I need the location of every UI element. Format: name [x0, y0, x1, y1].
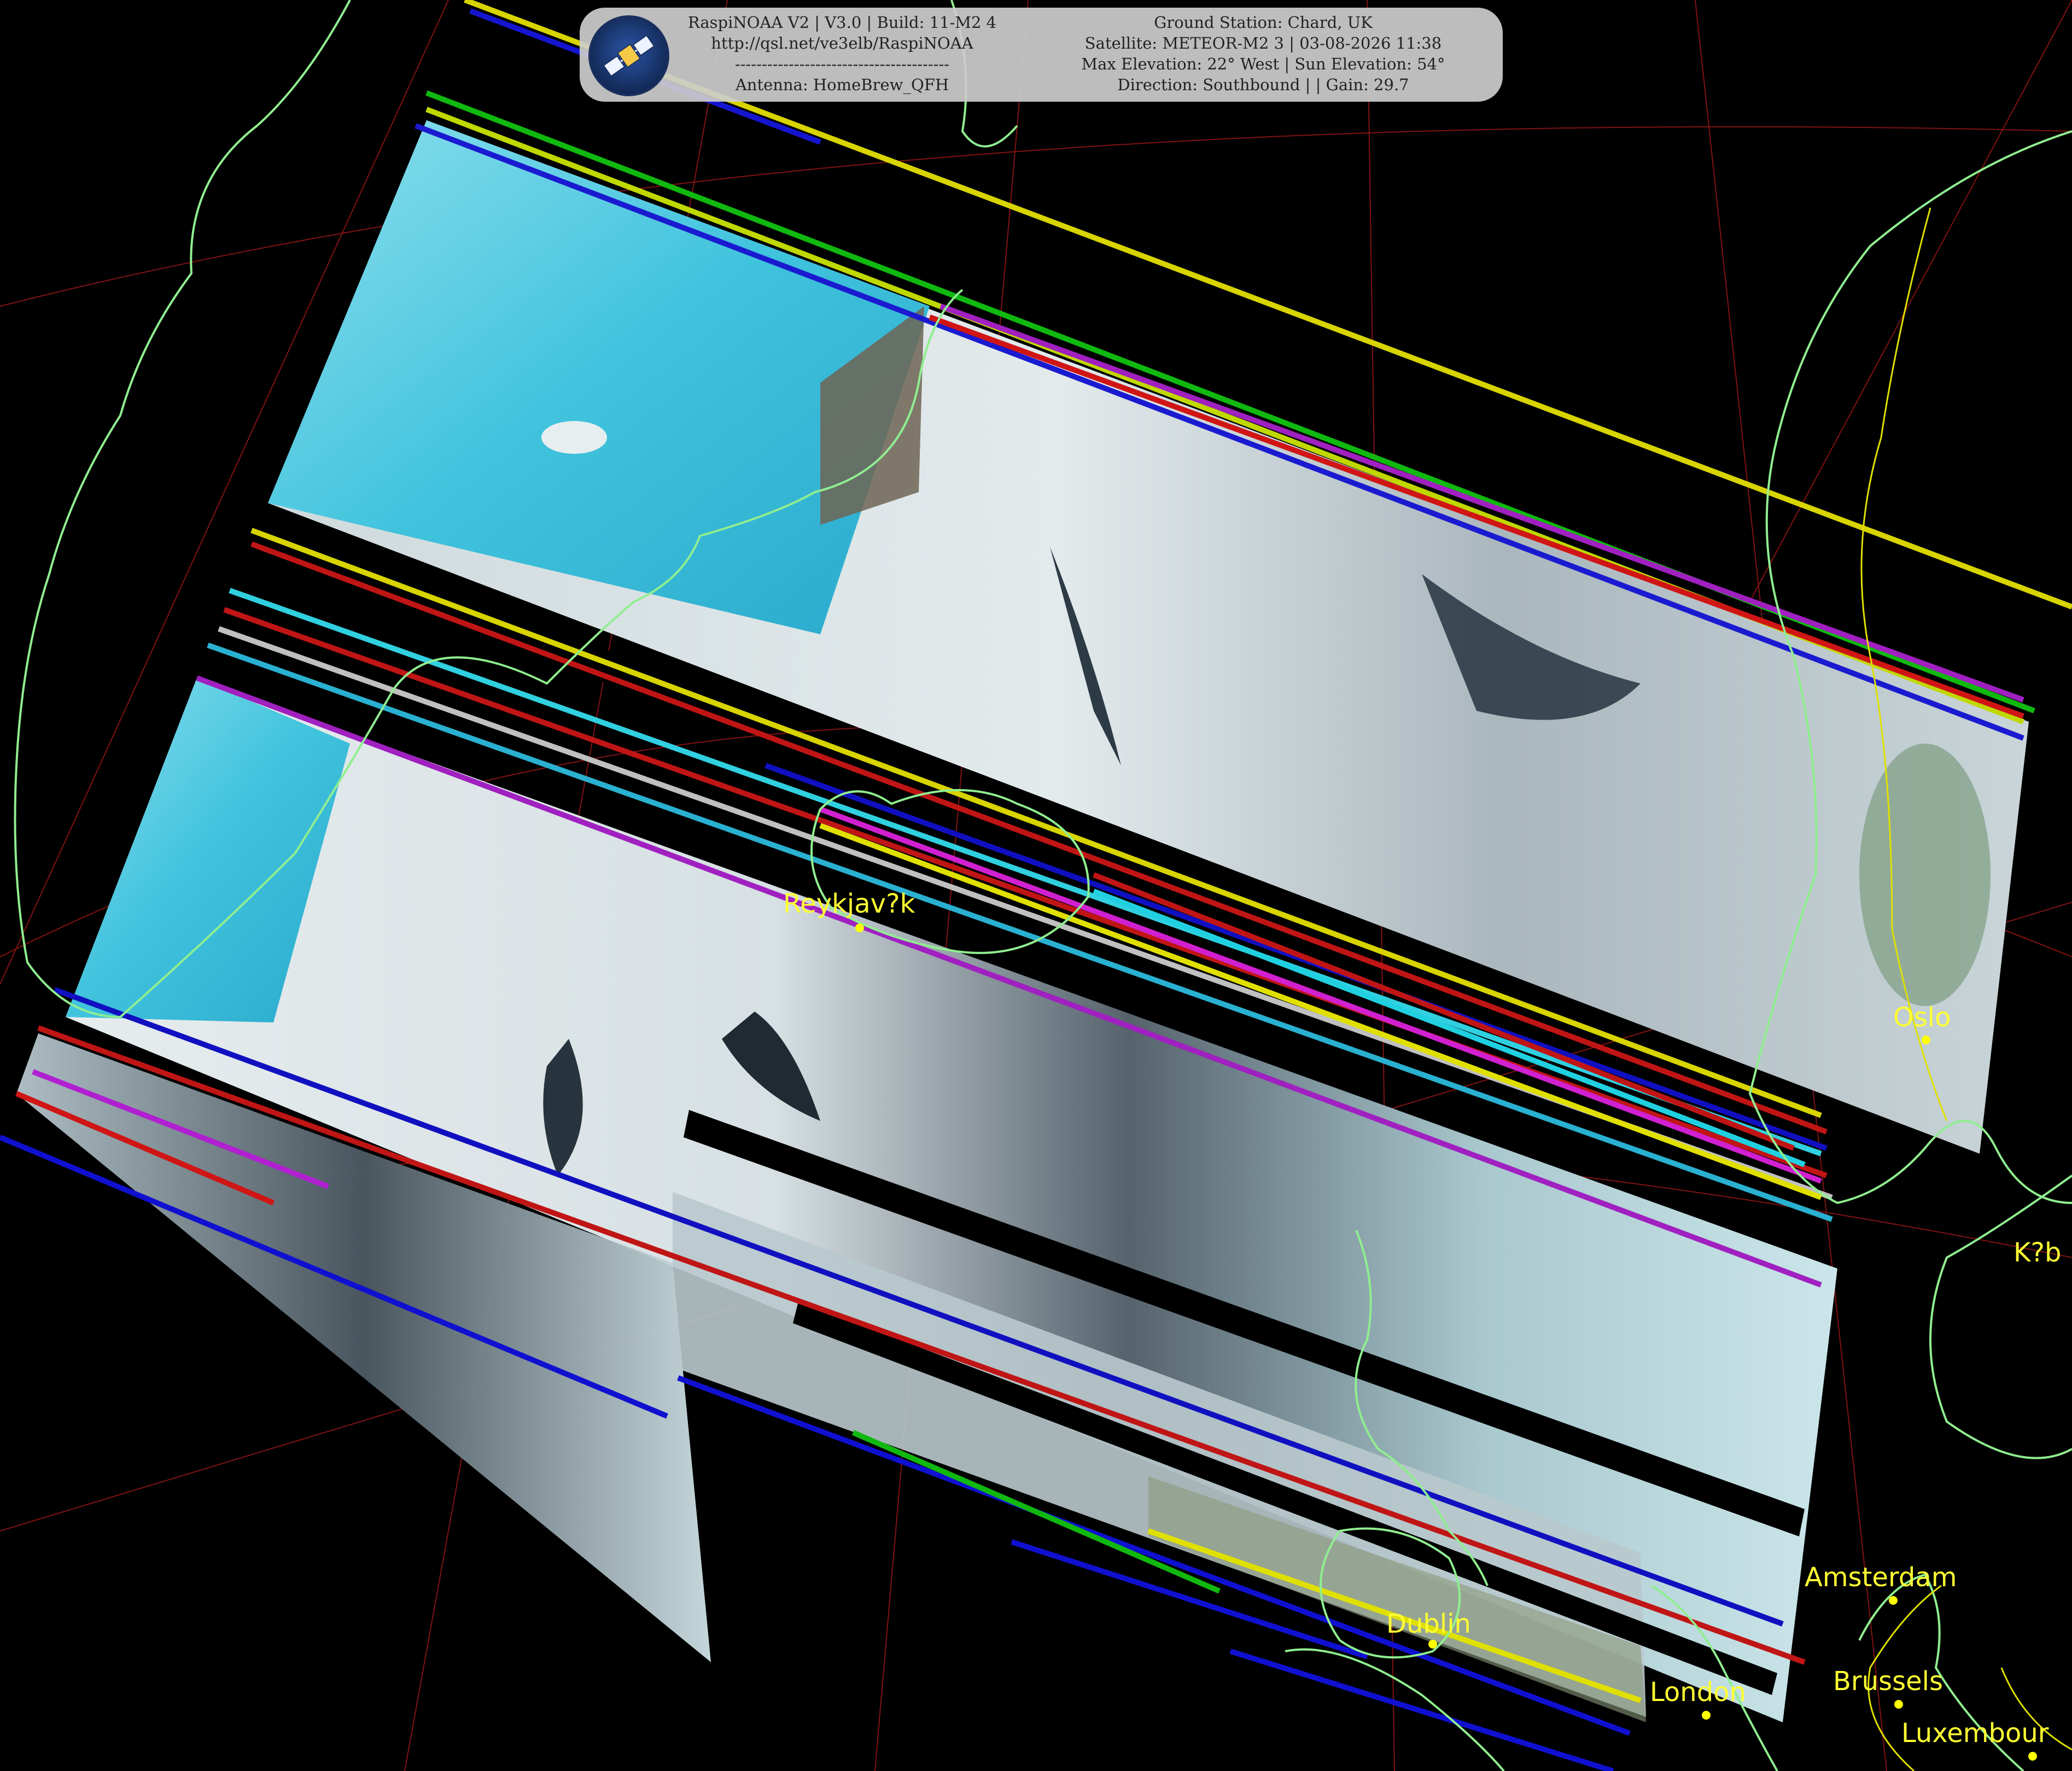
header-right-line-2: Satellite: METEOR-M2 3 | 03-08-2026 11:3…: [1084, 34, 1442, 52]
city-label-amsterdam: Amsterdam: [1805, 1562, 1957, 1593]
city-label-oslo: Oslo: [1893, 1002, 1951, 1033]
header-left-line-1: RaspiNOAA V2 | V3.0 | Build: 11-M2 4: [687, 13, 997, 32]
city-label-brussels: Brussels: [1833, 1666, 1943, 1697]
city-marker-amsterdam: [1889, 1596, 1898, 1605]
city-label-reykjavik: Reykjav?k: [783, 889, 915, 919]
city-marker-london: [1702, 1711, 1711, 1720]
city-label-london: London: [1650, 1677, 1746, 1708]
header-left-line-4: Antenna: HomeBrew_QFH: [735, 75, 949, 94]
city-marker-reykjavik: [855, 924, 864, 932]
header-right-line-3: Max Elevation: 22° West | Sun Elevation:…: [1081, 55, 1445, 73]
city-label-kobenhavn: K?b: [2013, 1237, 2062, 1268]
city-label-dublin: Dublin: [1386, 1609, 1471, 1639]
header-left-line-3: ----------------------------------------: [735, 55, 949, 73]
city-marker-oslo: [1922, 1036, 1930, 1044]
satellite-icon: [588, 15, 669, 96]
city-label-luxembourg: Luxembour: [1901, 1718, 2049, 1749]
header-left-line-2: http://qsl.net/ve3elb/RaspiNOAA: [711, 34, 973, 52]
header-right-line-4: Direction: Southbound | | Gain: 29.7: [1117, 75, 1409, 94]
city-marker-luxembourg: [2028, 1752, 2037, 1761]
city-marker-dublin: [1428, 1640, 1437, 1649]
city-marker-brussels: [1894, 1700, 1903, 1709]
satellite-map: [0, 0, 2072, 1771]
pass-info-box: RaspiNOAA V2 | V3.0 | Build: 11-M2 4 htt…: [580, 8, 1503, 102]
header-right-line-1: Ground Station: Chard, UK: [1154, 13, 1373, 32]
